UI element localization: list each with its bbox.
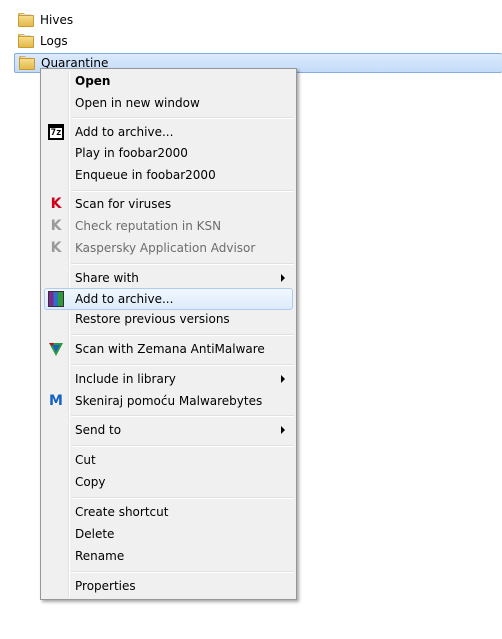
submenu-arrow-icon	[281, 274, 285, 282]
menu-separator	[71, 263, 294, 265]
menu-item-label: Open	[75, 74, 111, 88]
menu-item-properties[interactable]: Properties	[44, 575, 293, 597]
file-name: Hives	[40, 13, 74, 27]
menu-item-create-shortcut[interactable]: Create shortcut	[44, 501, 293, 523]
file-row-hives[interactable]: Hives	[14, 10, 502, 30]
menu-item-check-ksn: K Check reputation in KSN	[44, 215, 293, 237]
menu-item-play-foobar[interactable]: Play in foobar2000	[44, 142, 293, 164]
menu-item-scan-zemana[interactable]: Scan with Zemana AntiMalware	[44, 338, 293, 360]
kaspersky-icon: K	[50, 196, 62, 212]
menu-separator	[71, 497, 294, 499]
file-row-logs[interactable]: Logs	[14, 31, 502, 51]
menu-item-scan-malwarebytes[interactable]: M Skeniraj pomoću Malwarebytes	[44, 390, 293, 412]
menu-item-open[interactable]: Open	[44, 70, 293, 92]
menu-separator	[71, 364, 294, 366]
menu-item-enqueue-foobar[interactable]: Enqueue in foobar2000	[44, 164, 293, 186]
menu-item-label: Open in new window	[75, 96, 200, 110]
zemana-icon	[48, 341, 64, 357]
menu-item-label: Scan with Zemana AntiMalware	[75, 342, 265, 356]
folder-icon	[18, 13, 34, 27]
menu-item-add-to-archive-7zip[interactable]: 7z Add to archive...	[44, 121, 293, 143]
menu-item-add-to-archive-winrar[interactable]: Add to archive...	[44, 288, 293, 310]
menu-item-label: Add to archive...	[75, 292, 174, 306]
menu-item-label: Add to archive...	[75, 125, 174, 139]
kaspersky-icon: K	[50, 240, 62, 256]
folder-icon	[18, 34, 34, 48]
menu-item-label: Send to	[75, 423, 122, 437]
context-menu: Open Open in new window 7z Add to archiv…	[40, 68, 297, 600]
winrar-icon	[48, 291, 64, 307]
menu-item-label: Skeniraj pomoću Malwarebytes	[75, 394, 263, 408]
menu-item-label: Cut	[75, 453, 96, 467]
menu-separator	[71, 445, 294, 447]
submenu-arrow-icon	[281, 375, 285, 383]
menu-item-rename[interactable]: Rename	[44, 545, 293, 567]
menu-item-label: Enqueue in foobar2000	[75, 168, 216, 182]
menu-item-delete[interactable]: Delete	[44, 523, 293, 545]
menu-item-scan-viruses[interactable]: K Scan for viruses	[44, 193, 293, 215]
malwarebytes-icon: M	[49, 393, 63, 409]
menu-separator	[71, 415, 294, 417]
menu-item-copy[interactable]: Copy	[44, 471, 293, 493]
menu-separator	[71, 334, 294, 336]
menu-item-label: Scan for viruses	[75, 197, 172, 211]
menu-item-label: Properties	[75, 579, 136, 593]
menu-separator	[71, 571, 294, 573]
menu-item-label: Check reputation in KSN	[75, 219, 222, 233]
menu-item-label: Share with	[75, 271, 139, 285]
menu-item-cut[interactable]: Cut	[44, 449, 293, 471]
menu-item-label: Play in foobar2000	[75, 146, 188, 160]
menu-item-label: Restore previous versions	[75, 312, 230, 326]
submenu-arrow-icon	[281, 426, 285, 434]
file-name: Logs	[40, 34, 68, 48]
menu-separator	[71, 190, 294, 192]
menu-item-label: Rename	[75, 549, 125, 563]
menu-item-include-in-library[interactable]: Include in library	[44, 368, 293, 390]
menu-item-kaspersky-advisor: K Kaspersky Application Advisor	[44, 237, 293, 259]
menu-separator	[71, 117, 294, 119]
menu-item-open-new-window[interactable]: Open in new window	[44, 92, 293, 114]
7zip-icon: 7z	[48, 124, 64, 140]
menu-item-send-to[interactable]: Send to	[44, 419, 293, 441]
menu-item-share-with[interactable]: Share with	[44, 267, 293, 289]
menu-item-label: Create shortcut	[75, 505, 169, 519]
menu-item-label: Delete	[75, 527, 115, 541]
menu-item-label: Copy	[75, 475, 106, 489]
menu-item-label: Include in library	[75, 372, 176, 386]
menu-item-label: Kaspersky Application Advisor	[75, 241, 256, 255]
menu-item-restore-previous-versions[interactable]: Restore previous versions	[44, 308, 293, 330]
folder-icon	[19, 56, 35, 70]
kaspersky-icon: K	[50, 218, 62, 234]
